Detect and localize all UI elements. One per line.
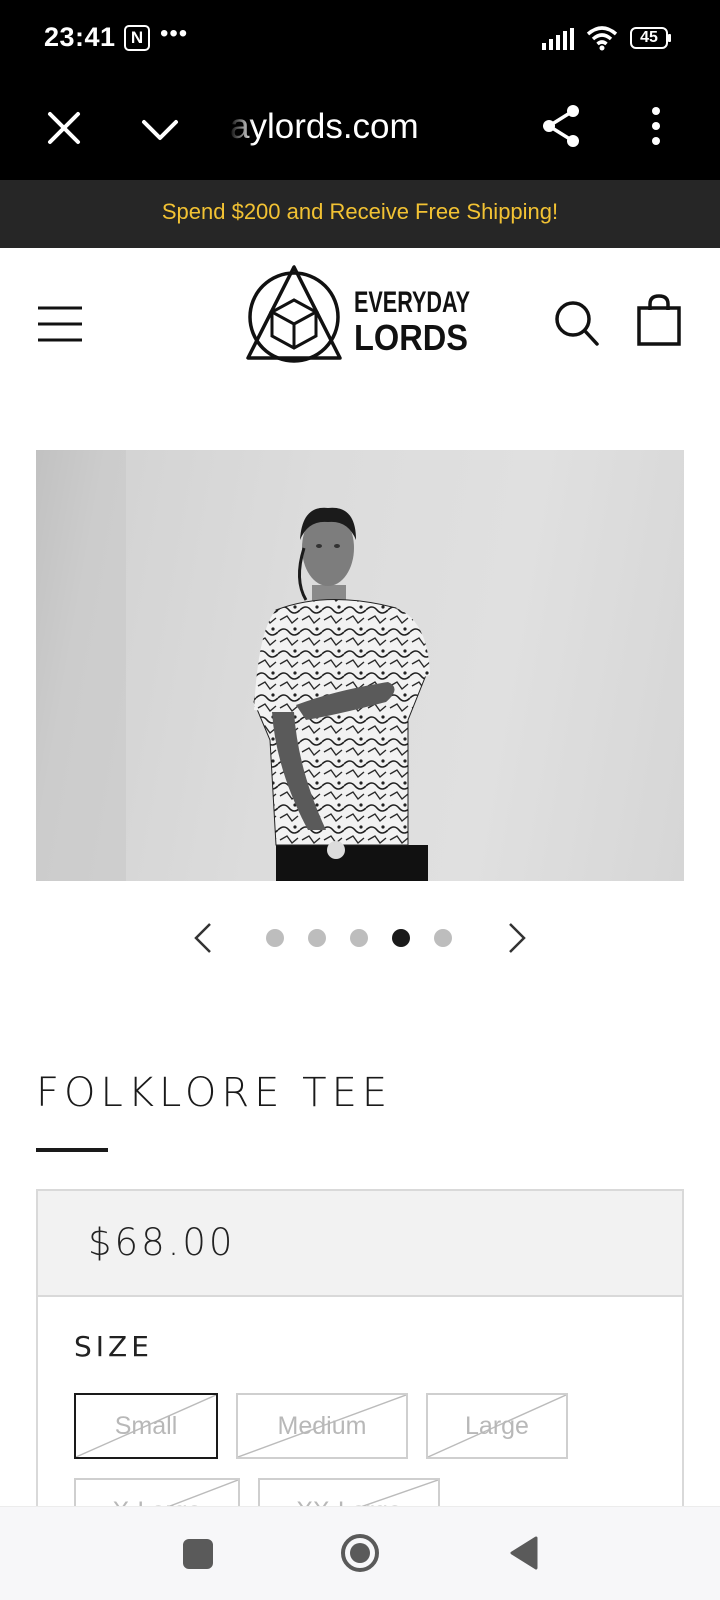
carousel-next-icon[interactable] [504, 920, 530, 956]
wifi-icon [586, 26, 618, 51]
more-notifications-icon: ••• [160, 20, 189, 47]
size-option-label: Large [465, 1412, 529, 1440]
menu-icon[interactable] [36, 304, 84, 344]
size-label: SIZE [74, 1330, 153, 1363]
close-icon[interactable] [44, 108, 84, 148]
browser-toolbar: aylords.com [0, 80, 720, 180]
carousel-dot[interactable] [308, 929, 326, 947]
share-icon[interactable] [540, 103, 582, 149]
status-bar: 23:41 N ••• 45 [0, 0, 720, 80]
logo-text-everyday: EVERYDAY [354, 286, 470, 319]
url-fade [226, 102, 254, 152]
size-option-label: Small [114, 1412, 178, 1440]
back-icon[interactable] [508, 1535, 538, 1571]
home-icon[interactable] [340, 1533, 380, 1573]
status-time: 23:41 [44, 22, 116, 52]
size-option-small[interactable]: Small [74, 1393, 218, 1459]
product-price: $68.00 [88, 1221, 236, 1264]
carousel-dot-active[interactable] [392, 929, 410, 947]
screen: 23:41 N ••• 45 aylords.com Spend $200 an… [0, 0, 720, 1600]
logo-text-lords: LORDS [354, 317, 468, 358]
carousel-dot[interactable] [350, 929, 368, 947]
system-nav-bar [0, 1506, 720, 1600]
product-title: FOLKLORE TEE [36, 1070, 393, 1116]
carousel-prev-icon[interactable] [190, 920, 216, 956]
signal-icon [542, 28, 574, 50]
carousel-dot[interactable] [434, 929, 452, 947]
more-vert-icon[interactable] [640, 104, 672, 148]
site-logo[interactable]: EVERYDAY LORDS [246, 264, 476, 370]
product-image[interactable] [36, 450, 684, 881]
recents-icon[interactable] [183, 1539, 213, 1569]
carousel-dot[interactable] [266, 929, 284, 947]
product-photo [36, 450, 430, 881]
size-option-label: Medium [277, 1412, 367, 1440]
battery-level: 45 [640, 29, 658, 46]
price-box: $68.00 [36, 1189, 684, 1297]
chevron-down-icon[interactable] [138, 110, 182, 150]
cart-icon[interactable] [636, 294, 682, 346]
url-field[interactable]: aylords.com [230, 102, 490, 152]
title-divider [36, 1148, 108, 1152]
search-icon[interactable] [554, 300, 600, 348]
notification-n-icon: N [124, 25, 150, 51]
size-option-medium[interactable]: Medium [236, 1393, 408, 1459]
announcement-bar[interactable]: Spend $200 and Receive Free Shipping! [0, 180, 720, 248]
carousel-dots [266, 929, 456, 949]
size-option-large[interactable]: Large [426, 1393, 568, 1459]
